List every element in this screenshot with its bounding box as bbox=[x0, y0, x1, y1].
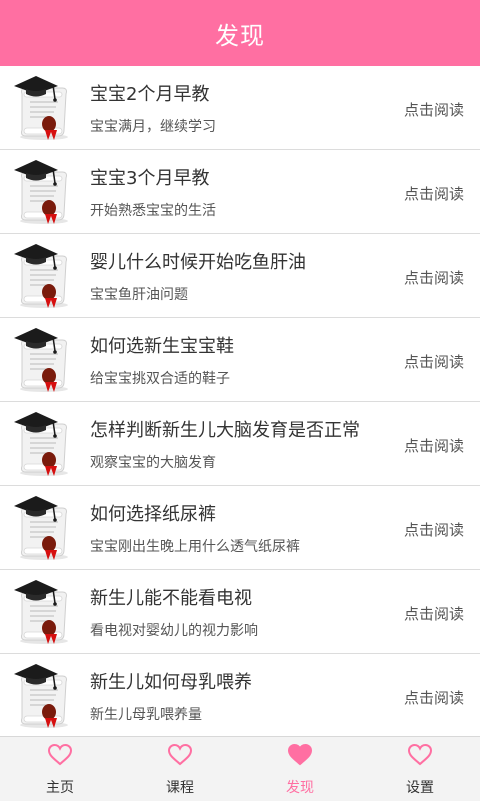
heart-outline-icon bbox=[167, 743, 193, 771]
item-title: 如何选择纸尿裤 bbox=[90, 504, 216, 525]
read-link[interactable]: 点击阅读 bbox=[404, 351, 464, 372]
read-link[interactable]: 点击阅读 bbox=[404, 519, 464, 540]
diploma-scroll-icon bbox=[12, 158, 76, 226]
tab-home[interactable]: 主页 bbox=[0, 737, 120, 801]
item-subtitle: 看电视对婴幼儿的视力影响 bbox=[90, 623, 258, 639]
heart-filled-icon bbox=[287, 743, 313, 771]
diploma-scroll-icon bbox=[12, 578, 76, 646]
item-subtitle: 给宝宝挑双合适的鞋子 bbox=[90, 371, 230, 387]
tab-label: 主页 bbox=[46, 780, 74, 796]
tab-settings[interactable]: 设置 bbox=[360, 737, 480, 801]
item-subtitle: 宝宝刚出生晚上用什么透气纸尿裤 bbox=[90, 539, 300, 555]
item-title: 新生儿如何母乳喂养 bbox=[90, 672, 252, 693]
list-item[interactable]: 如何选择纸尿裤 宝宝刚出生晚上用什么透气纸尿裤 点击阅读 bbox=[0, 486, 480, 570]
item-subtitle: 新生儿母乳喂养量 bbox=[90, 707, 202, 723]
tab-discover[interactable]: 发现 bbox=[240, 737, 360, 801]
list-item[interactable]: 宝宝3个月早教 开始熟悉宝宝的生活 点击阅读 bbox=[0, 150, 480, 234]
item-title: 宝宝3个月早教 bbox=[90, 168, 210, 189]
article-list: 宝宝2个月早教 宝宝满月，继续学习 点击阅读 宝宝3个月早教 开始熟悉宝宝的生活… bbox=[0, 66, 480, 736]
item-title: 怎样判断新生儿大脑发育是否正常 bbox=[90, 420, 360, 441]
list-item[interactable]: 宝宝2个月早教 宝宝满月，继续学习 点击阅读 bbox=[0, 66, 480, 150]
heart-outline-icon bbox=[407, 743, 433, 771]
item-title: 婴儿什么时候开始吃鱼肝油 bbox=[90, 252, 306, 273]
page-title-bar: 发现 bbox=[0, 0, 480, 66]
diploma-scroll-icon bbox=[12, 242, 76, 310]
list-item[interactable]: 新生儿能不能看电视 看电视对婴幼儿的视力影响 点击阅读 bbox=[0, 570, 480, 654]
read-link[interactable]: 点击阅读 bbox=[404, 435, 464, 456]
tab-label: 设置 bbox=[406, 780, 434, 796]
diploma-scroll-icon bbox=[12, 494, 76, 562]
read-link[interactable]: 点击阅读 bbox=[404, 687, 464, 708]
page-title: 发现 bbox=[215, 21, 265, 50]
item-subtitle: 观察宝宝的大脑发育 bbox=[90, 455, 216, 471]
read-link[interactable]: 点击阅读 bbox=[404, 183, 464, 204]
tab-courses[interactable]: 课程 bbox=[120, 737, 240, 801]
list-item[interactable]: 怎样判断新生儿大脑发育是否正常 观察宝宝的大脑发育 点击阅读 bbox=[0, 402, 480, 486]
diploma-scroll-icon bbox=[12, 410, 76, 478]
item-title: 如何选新生宝宝鞋 bbox=[90, 336, 234, 357]
diploma-scroll-icon bbox=[12, 326, 76, 394]
item-title: 新生儿能不能看电视 bbox=[90, 588, 252, 609]
item-subtitle: 宝宝鱼肝油问题 bbox=[90, 287, 188, 303]
read-link[interactable]: 点击阅读 bbox=[404, 267, 464, 288]
read-link[interactable]: 点击阅读 bbox=[404, 603, 464, 624]
diploma-scroll-icon bbox=[12, 662, 76, 730]
tab-label: 发现 bbox=[286, 780, 314, 796]
item-subtitle: 开始熟悉宝宝的生活 bbox=[90, 203, 216, 219]
list-item[interactable]: 新生儿如何母乳喂养 新生儿母乳喂养量 点击阅读 bbox=[0, 654, 480, 736]
list-item[interactable]: 如何选新生宝宝鞋 给宝宝挑双合适的鞋子 点击阅读 bbox=[0, 318, 480, 402]
item-subtitle: 宝宝满月，继续学习 bbox=[90, 119, 216, 135]
diploma-scroll-icon bbox=[12, 74, 76, 142]
item-title: 宝宝2个月早教 bbox=[90, 84, 210, 105]
bottom-tab-bar: 主页 课程 发现 设置 bbox=[0, 736, 480, 801]
heart-outline-icon bbox=[47, 743, 73, 771]
list-item[interactable]: 婴儿什么时候开始吃鱼肝油 宝宝鱼肝油问题 点击阅读 bbox=[0, 234, 480, 318]
read-link[interactable]: 点击阅读 bbox=[404, 99, 464, 120]
tab-label: 课程 bbox=[166, 780, 194, 796]
